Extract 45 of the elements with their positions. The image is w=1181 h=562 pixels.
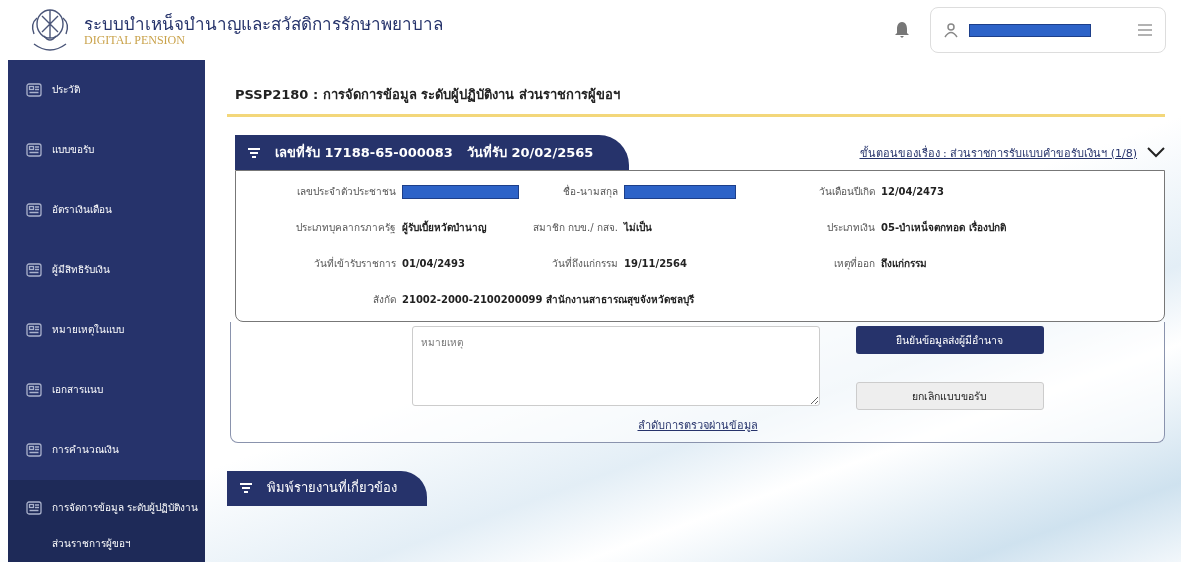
field-value: ไม่เป็น bbox=[624, 221, 653, 235]
report-tab[interactable]: พิมพ์รายงานที่เกี่ยวข้อง bbox=[227, 471, 427, 506]
app-subtitle: DIGITAL PENSION bbox=[84, 34, 185, 47]
id-card-icon bbox=[26, 83, 42, 97]
step-link[interactable]: ขั้นตอนของเรื่อง : ส่วนราชการรับแบบคำขอรับเงินฯ (1/8) bbox=[859, 143, 1137, 162]
field-label: วันที่เข้ารับราชการ bbox=[313, 257, 396, 271]
chevron-down-icon[interactable] bbox=[1147, 147, 1165, 158]
page-title: PSSP2180 : การจัดการข้อมูล ระดับผู้ปฏิบัติงาน ส่วนราชการผู้ขอฯ bbox=[227, 78, 1165, 117]
id-card-icon bbox=[26, 203, 42, 217]
field-label: เหตุที่ออก bbox=[833, 257, 875, 271]
user-icon bbox=[943, 22, 959, 38]
receipt-date: วันที่รับ 20/02/2565 bbox=[466, 142, 594, 162]
field-label: เลขประจำตัวประชาชน bbox=[296, 185, 396, 199]
id-card-icon bbox=[26, 443, 42, 457]
remark-field[interactable]: หมายเหตุ bbox=[411, 326, 820, 406]
bell-icon[interactable] bbox=[894, 21, 910, 39]
field-label: สังกัด bbox=[372, 293, 396, 307]
id-card-icon bbox=[26, 501, 42, 515]
field-value: 05-บำเหน็จตกทอด เรื่องปกติ bbox=[881, 221, 1007, 235]
id-card-icon bbox=[26, 383, 42, 397]
app-title: ระบบบำเหน็จบำนาญและสวัสดิการรักษาพยาบาล bbox=[84, 13, 444, 35]
user-menu[interactable] bbox=[930, 7, 1166, 53]
cancel-button[interactable]: ยกเลิกแบบขอรับ bbox=[855, 382, 1044, 410]
confirm-button[interactable]: ยืนยันข้อมูลส่งผู้มีอำนาจ bbox=[855, 326, 1044, 354]
filter-icon bbox=[247, 146, 261, 159]
field-value: 21002-2000-2100200099 สำนักงานสาธารณสุขจังหวัดชลบุรี bbox=[402, 293, 695, 307]
field-label: ประเภทบุคลากรภาครัฐ bbox=[295, 221, 396, 235]
case-tab[interactable]: เลขที่รับ 17188-65-000083 วันที่รับ 20/02/2565 bbox=[235, 135, 630, 170]
sidebar-item[interactable]: การจัดการข้อมูล ระดับผู้ปฏิบัติงาน ส่วนราชการผู้ขอฯ bbox=[8, 480, 205, 562]
id-card-icon bbox=[26, 263, 42, 277]
audit-link[interactable]: ลำดับการตรวจผ่านข้อมูล bbox=[637, 416, 758, 434]
field-value: ถึงแก่กรรม bbox=[881, 257, 928, 271]
field-value: 19/11/2564 bbox=[624, 257, 688, 271]
receipt-number: เลขที่รับ 17188-65-000083 bbox=[275, 142, 453, 162]
field-label: ประเภทเงิน bbox=[826, 221, 875, 235]
id-card-icon bbox=[26, 323, 42, 337]
filter-icon bbox=[239, 481, 253, 494]
field-label: ชื่อ-นามสกุล bbox=[562, 185, 618, 199]
field-label: วันที่ถึงแก่กรรม bbox=[551, 257, 618, 271]
id-card-icon bbox=[26, 143, 42, 157]
field-label: สมาชิก กบข./ กสจ. bbox=[531, 221, 618, 235]
field-value: 01/04/2493 bbox=[402, 257, 466, 271]
field-value: ผู้รับเบี้ยหวัดบำนาญ bbox=[402, 221, 488, 235]
field-label: วันเดือนปีเกิด bbox=[818, 185, 875, 199]
field-value: 12/04/2473 bbox=[881, 185, 945, 199]
